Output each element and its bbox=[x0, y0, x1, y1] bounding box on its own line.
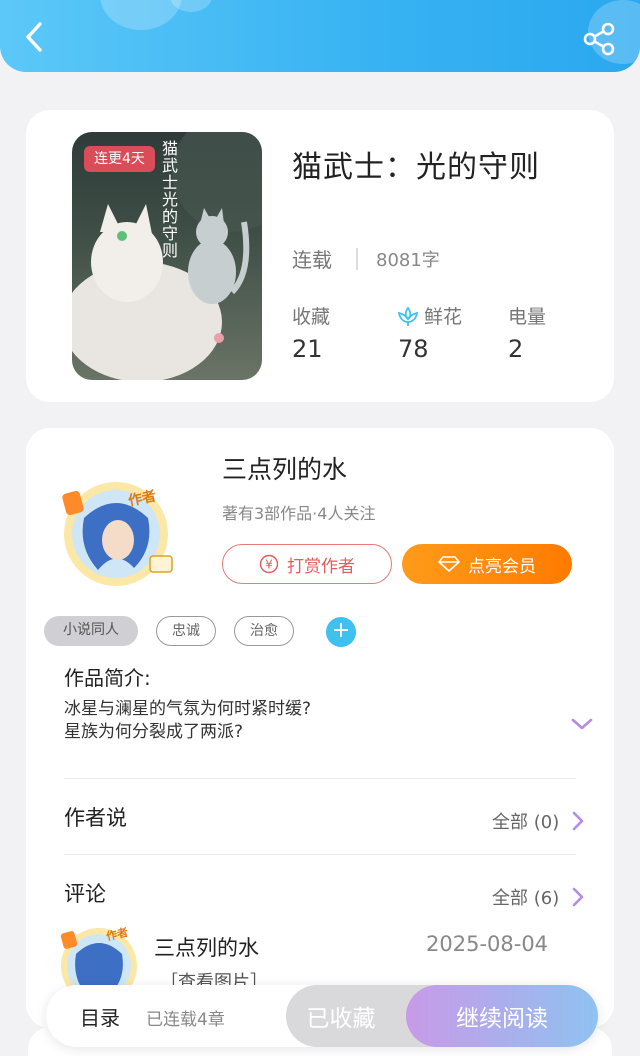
continue-reading-button[interactable]: 继续阅读 bbox=[406, 985, 598, 1047]
author-says-title: 作者说 bbox=[64, 806, 127, 830]
comments-count: 全部 (6) bbox=[492, 888, 560, 909]
expand-intro-button[interactable] bbox=[570, 716, 594, 732]
svg-text:¥: ¥ bbox=[265, 558, 273, 572]
stat-value: 21 bbox=[292, 335, 323, 363]
share-icon bbox=[583, 22, 615, 56]
bottom-action-bar: 目录 已连载4章 已收藏 继续阅读 bbox=[46, 985, 598, 1047]
intro-text: 冰星与澜星的气氛为何时紧时缓? 星族为何分裂成了两派? bbox=[64, 698, 311, 744]
table-of-contents-button[interactable]: 目录 bbox=[80, 1002, 120, 1031]
comments-title: 评论 bbox=[64, 882, 106, 906]
word-count: 8081字 bbox=[376, 250, 440, 271]
comments-all-link[interactable]: 全部 (6) bbox=[492, 884, 585, 910]
diamond-icon bbox=[438, 556, 460, 572]
author-says-count: 全部 (0) bbox=[492, 812, 560, 833]
update-streak-badge: 连更4天 bbox=[84, 146, 155, 172]
add-tag-button[interactable]: + bbox=[326, 617, 356, 647]
tag-healing[interactable]: 治愈 bbox=[234, 616, 294, 646]
favorited-label: 已收藏 bbox=[306, 1006, 376, 1032]
author-avatar[interactable]: 作者 bbox=[54, 478, 178, 588]
stat-value: 78 bbox=[398, 335, 429, 363]
yen-coin-icon: ¥ bbox=[259, 554, 279, 574]
tag-loyalty[interactable]: 忠诚 bbox=[156, 616, 216, 646]
vip-button[interactable]: 点亮会员 bbox=[402, 544, 572, 584]
stat-label: 电量 bbox=[508, 306, 547, 328]
tip-author-button[interactable]: ¥ 打赏作者 bbox=[222, 544, 392, 584]
book-cover[interactable]: 连更4天 猫武士光的守则 bbox=[72, 132, 262, 380]
author-says-all-link[interactable]: 全部 (0) bbox=[492, 808, 585, 834]
chevron-right-icon bbox=[572, 887, 584, 907]
comment-date: 2025-08-04 bbox=[426, 932, 549, 956]
continue-reading-label: 继续阅读 bbox=[456, 1006, 548, 1032]
avatar-image bbox=[62, 482, 173, 586]
author-info-card: 作者 三点列的水 著有3部作品·4人关注 ¥ 打赏作者 点亮会员 小说同人 忠诚… bbox=[26, 428, 614, 1028]
chevron-right-icon bbox=[572, 811, 584, 831]
divider bbox=[64, 854, 576, 855]
book-info-card: 连更4天 猫武士光的守则 猫武士：光的守则 连载 8081字 收藏 21 鲜花 … bbox=[26, 110, 614, 402]
stat-power[interactable]: 电量 2 bbox=[508, 302, 546, 363]
book-status: 连载 bbox=[292, 248, 332, 272]
stat-label: 收藏 bbox=[292, 306, 331, 328]
flower-icon bbox=[397, 305, 419, 326]
divider bbox=[64, 778, 576, 779]
share-button[interactable] bbox=[580, 20, 618, 58]
chevron-down-icon bbox=[571, 718, 593, 730]
cover-title: 猫武士光的守则 bbox=[159, 140, 178, 259]
chapter-count: 已连载4章 bbox=[146, 1010, 225, 1030]
intro-label: 作品简介: bbox=[64, 666, 151, 690]
vip-label: 点亮会员 bbox=[468, 556, 536, 577]
divider bbox=[356, 248, 358, 270]
top-bar bbox=[0, 0, 640, 72]
stat-label: 鲜花 bbox=[424, 306, 463, 328]
author-name[interactable]: 三点列的水 bbox=[222, 450, 347, 486]
author-meta: 著有3部作品·4人关注 bbox=[222, 504, 376, 523]
stat-favorites[interactable]: 收藏 21 bbox=[292, 302, 330, 363]
tag-fanfiction[interactable]: 小说同人 bbox=[44, 616, 138, 646]
commenter-name[interactable]: 三点列的水 bbox=[154, 932, 259, 962]
header-decoration bbox=[100, 0, 182, 30]
intro-line: 冰星与澜星的气氛为何时紧时缓? bbox=[64, 699, 312, 719]
book-title: 猫武士：光的守则 bbox=[292, 150, 540, 185]
stat-value: 2 bbox=[508, 335, 524, 363]
back-button[interactable] bbox=[20, 18, 52, 56]
tip-author-label: 打赏作者 bbox=[287, 556, 355, 577]
stat-flowers[interactable]: 鲜花 78 bbox=[396, 302, 462, 363]
chevron-left-icon bbox=[26, 22, 42, 52]
intro-line: 星族为何分裂成了两派? bbox=[64, 722, 244, 742]
